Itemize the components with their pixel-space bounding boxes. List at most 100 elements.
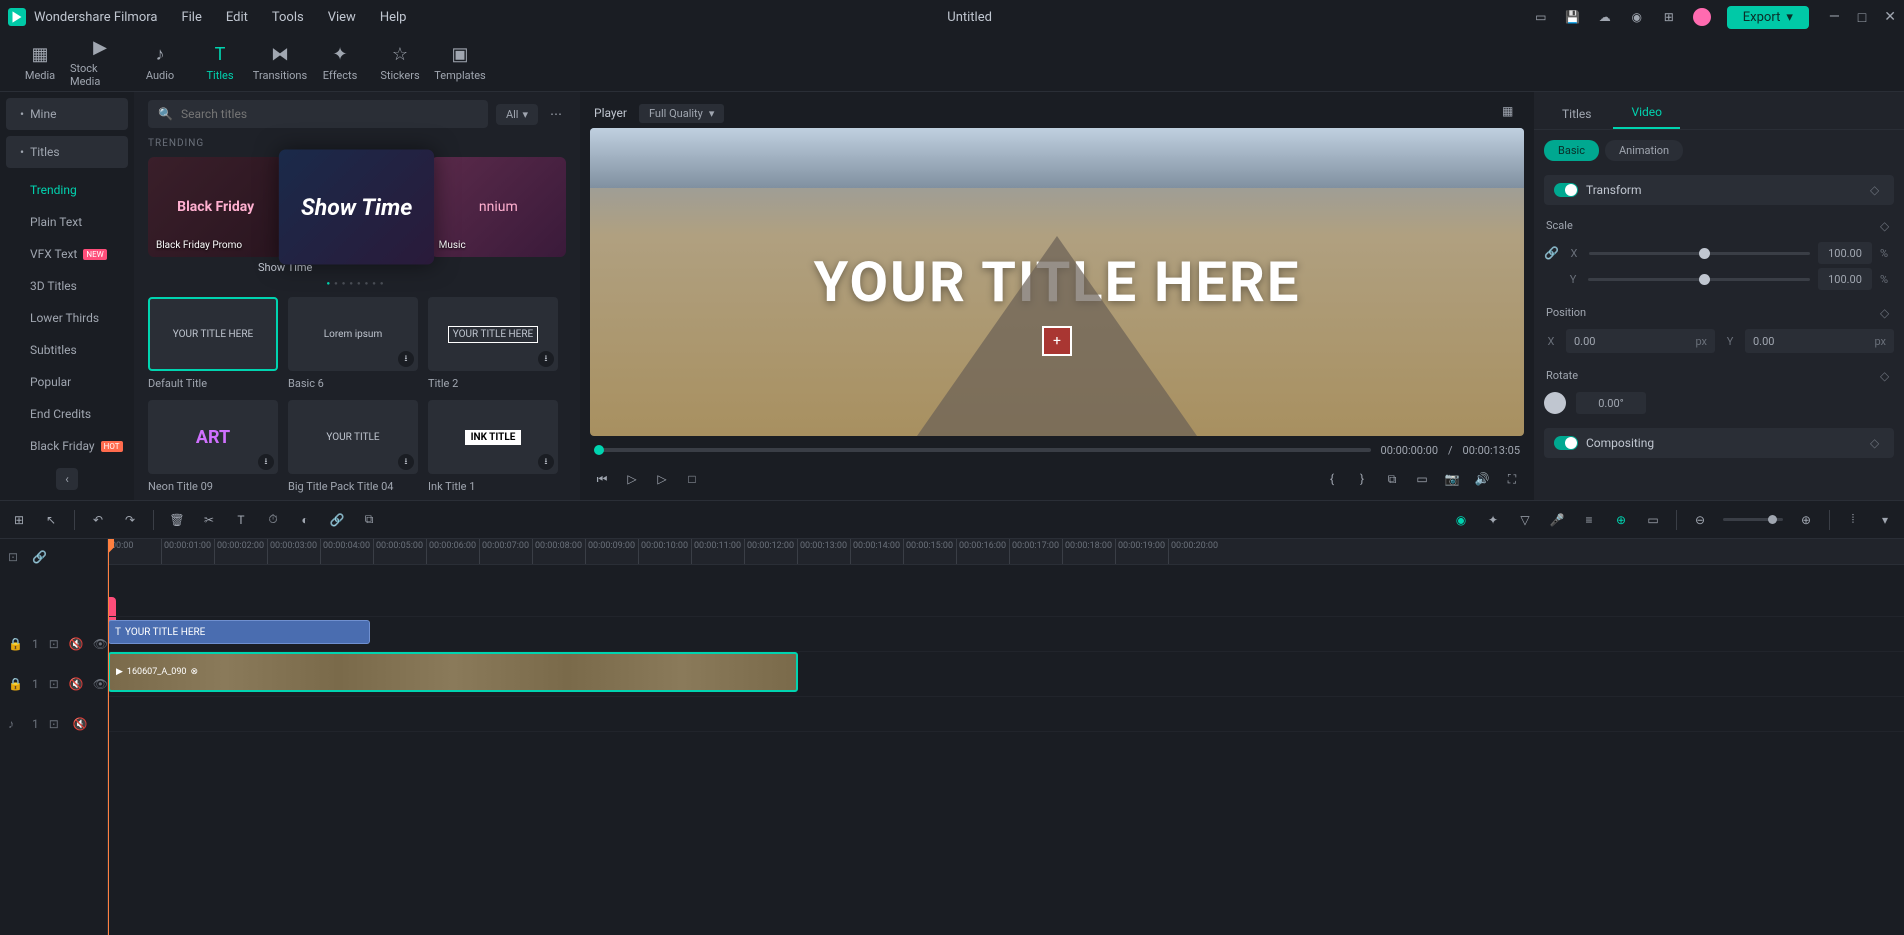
nav-media[interactable]: ▦Media <box>10 34 70 91</box>
download-icon[interactable]: ⭳ <box>538 351 554 367</box>
compositing-section[interactable]: Compositing ◇ <box>1544 428 1894 458</box>
enhance-icon[interactable]: ✦ <box>1484 511 1502 529</box>
position-x-input[interactable]: 0.00px <box>1566 329 1715 353</box>
sidebar-end-credits[interactable]: End Credits <box>0 398 134 430</box>
cloud-icon[interactable]: ☁ <box>1597 9 1613 25</box>
sidebar-3d-titles[interactable]: 3D Titles <box>0 270 134 302</box>
volume-icon[interactable]: 🔊 <box>1474 471 1490 487</box>
audio-track[interactable] <box>108 697 1904 732</box>
scale-x-input[interactable]: 100.00 <box>1818 242 1872 264</box>
sidebar-trending[interactable]: Trending <box>0 174 134 206</box>
sidebar-popular[interactable]: Popular <box>0 366 134 398</box>
sidebar-vfx-text[interactable]: VFX TextNEW <box>0 238 134 270</box>
track-head-audio[interactable]: ♪1⊡🔇 <box>0 706 107 741</box>
sidebar-mine[interactable]: • Mine <box>6 98 128 130</box>
minimize-button[interactable]: — <box>1829 9 1840 26</box>
rotate-input[interactable]: 0.00° <box>1576 392 1646 414</box>
scale-y-input[interactable]: 100.00 <box>1818 268 1872 290</box>
mixer-icon[interactable]: ≡ <box>1580 511 1598 529</box>
title-track[interactable]: TYOUR TITLE HERE <box>108 617 1904 652</box>
title-card[interactable]: ART⭳Neon Title 09 <box>148 400 278 493</box>
link-icon[interactable]: 🔗 <box>1544 246 1559 260</box>
title-card[interactable]: YOUR TITLE⭳Big Title Pack Title 04 <box>288 400 418 493</box>
filter-dropdown[interactable]: All▾ <box>496 104 538 125</box>
scrub-bar[interactable] <box>594 448 1371 452</box>
video-track[interactable]: ▶160607_A_090⊗ <box>108 652 1904 697</box>
nav-stock-media[interactable]: ▶Stock Media <box>70 34 130 91</box>
zoom-slider[interactable] <box>1723 518 1783 521</box>
carousel-dots[interactable]: ●●●●●●●● <box>148 280 566 287</box>
display-icon[interactable]: ▭ <box>1533 9 1549 25</box>
snapshot-button[interactable]: ▦ <box>1502 104 1520 122</box>
transform-toggle[interactable] <box>1554 183 1578 197</box>
grid-icon[interactable]: ⊞ <box>10 511 28 529</box>
title-card[interactable]: Lorem ipsum⭳Basic 6 <box>288 297 418 390</box>
timeline-canvas[interactable]: 00:0000:00:01:0000:00:02:0000:00:03:0000… <box>108 539 1904 935</box>
download-icon[interactable]: ⭳ <box>398 454 414 470</box>
inspector-tab-titles[interactable]: Titles <box>1544 99 1609 129</box>
menu-view[interactable]: View <box>328 10 356 25</box>
scale-y-slider[interactable] <box>1588 278 1810 281</box>
carousel-card[interactable]: nniumMusic <box>431 157 566 257</box>
ai-icon[interactable]: ◉ <box>1452 511 1470 529</box>
nav-effects[interactable]: ✦Effects <box>310 34 370 91</box>
nav-titles[interactable]: TTitles <box>190 34 250 91</box>
transform-section[interactable]: Transform ◇ <box>1544 175 1894 205</box>
sidebar-collapse-button[interactable]: ‹ <box>56 468 78 490</box>
fullscreen-icon[interactable]: ⛶ <box>1504 471 1520 487</box>
play-button[interactable]: ▷ <box>624 471 640 487</box>
undo-button[interactable]: ↶ <box>89 511 107 529</box>
split-button[interactable]: ✂ <box>200 511 218 529</box>
chevron-down-icon[interactable]: ▾ <box>1876 511 1894 529</box>
track-head-title[interactable]: 🔒1⊡🔇👁 <box>0 626 107 661</box>
video-preview[interactable]: YOUR TITLE HERE + <box>590 128 1524 436</box>
sidebar-black-friday[interactable]: Black FridayHOT <box>0 430 134 462</box>
more-options-button[interactable]: ⋯ <box>546 107 566 121</box>
video-clip[interactable]: ▶160607_A_090⊗ <box>108 652 798 692</box>
crop-icon[interactable]: ⧉ <box>1384 471 1400 487</box>
nav-audio[interactable]: ♪Audio <box>130 34 190 91</box>
marker-out-button[interactable]: } <box>1354 471 1370 487</box>
redo-button[interactable]: ↷ <box>121 511 139 529</box>
cursor-icon[interactable]: ↖ <box>42 511 60 529</box>
next-frame-button[interactable]: ▷ <box>654 471 670 487</box>
download-icon[interactable]: ⭳ <box>398 351 414 367</box>
playhead[interactable] <box>108 539 109 935</box>
rotate-dial[interactable] <box>1544 392 1566 414</box>
avatar-icon[interactable] <box>1693 8 1711 26</box>
menu-help[interactable]: Help <box>380 10 407 25</box>
keyframe-icon[interactable]: ◇ <box>1880 369 1894 383</box>
menu-tools[interactable]: Tools <box>272 10 304 25</box>
magnet-icon[interactable]: ⊕ <box>1612 511 1630 529</box>
compositing-toggle[interactable] <box>1554 436 1578 450</box>
link-tool[interactable]: 🔗 <box>328 511 346 529</box>
sidebar-subtitles[interactable]: Subtitles <box>0 334 134 366</box>
mic-icon[interactable]: 🎤 <box>1548 511 1566 529</box>
zoom-in-button[interactable]: ⊕ <box>1797 511 1815 529</box>
keyframe-icon[interactable]: ◇ <box>1880 306 1894 320</box>
download-icon[interactable]: ⭳ <box>258 454 274 470</box>
menu-edit[interactable]: Edit <box>226 10 248 25</box>
title-clip[interactable]: TYOUR TITLE HERE <box>108 620 370 644</box>
position-y-input[interactable]: 0.00px <box>1745 329 1894 353</box>
timeline-ruler[interactable]: 00:0000:00:01:0000:00:02:0000:00:03:0000… <box>108 539 1904 565</box>
search-input[interactable] <box>181 107 478 121</box>
track-head-video[interactable]: 🔒1⊡🔇👁 <box>0 661 107 706</box>
view-options-icon[interactable]: ⦙ <box>1844 511 1862 529</box>
title-card[interactable]: INK TITLE⭳Ink Title 1 <box>428 400 558 493</box>
sidebar-titles[interactable]: • Titles <box>6 136 128 168</box>
stop-button[interactable]: □ <box>684 471 700 487</box>
zoom-out-button[interactable]: ⊖ <box>1691 511 1709 529</box>
ratio-icon[interactable]: ▭ <box>1644 511 1662 529</box>
menu-file[interactable]: File <box>181 10 201 25</box>
nav-stickers[interactable]: ☆Stickers <box>370 34 430 91</box>
camera-icon[interactable]: 📷 <box>1444 471 1460 487</box>
group-tool[interactable]: ⧉ <box>360 511 378 529</box>
apps-icon[interactable]: ⊞ <box>1661 9 1677 25</box>
speed-icon[interactable]: ⏱ <box>264 511 282 529</box>
sidebar-lower-thirds[interactable]: Lower Thirds <box>0 302 134 334</box>
carousel-card[interactable]: Black FridayBlack Friday Promo <box>148 157 283 257</box>
subtab-basic[interactable]: Basic <box>1544 140 1599 161</box>
display-icon[interactable]: ▭ <box>1414 471 1430 487</box>
keyframe-icon[interactable]: ◇ <box>1870 183 1884 197</box>
